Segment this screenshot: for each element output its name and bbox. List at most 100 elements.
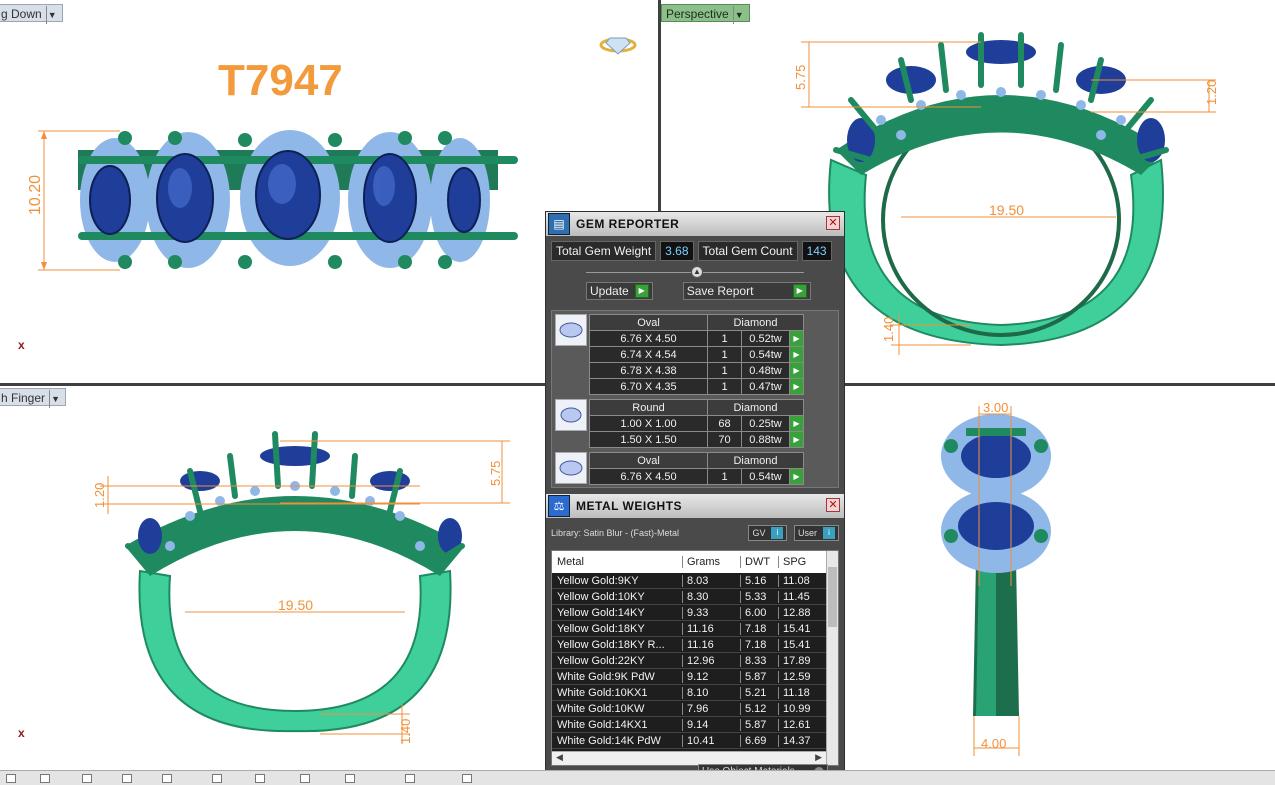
metal-dwt: 6.69 xyxy=(740,734,778,747)
gem-size: 1.50 X 1.50 xyxy=(589,431,708,448)
dim-left-label: 1.20 xyxy=(92,483,107,508)
gem-row[interactable]: 6.78 X 4.38 1 0.48tw ▶ xyxy=(589,362,804,379)
metal-grams: 9.33 xyxy=(682,606,740,619)
metal-spg: 10.99 xyxy=(778,702,826,715)
play-icon[interactable]: ▶ xyxy=(789,415,804,432)
horizontal-scrollbar[interactable]: ◀ ▶ xyxy=(552,751,826,765)
metal-row[interactable]: Yellow Gold:14KY 9.33 6.00 12.88 xyxy=(552,605,838,621)
play-icon[interactable]: ▶ xyxy=(789,362,804,379)
play-icon[interactable]: ▶ xyxy=(789,330,804,347)
close-icon[interactable]: ✕ xyxy=(826,216,840,230)
gem-reporter-title: GEM REPORTER xyxy=(576,217,680,231)
gem-row[interactable]: 6.76 X 4.50 1 0.52tw ▶ xyxy=(589,330,804,347)
osnap-checkbox[interactable] xyxy=(162,774,172,783)
gem-size: 1.00 X 1.00 xyxy=(589,415,708,432)
play-icon[interactable]: ▶ xyxy=(789,378,804,395)
osnap-checkbox[interactable] xyxy=(462,774,472,783)
dim-top-label: 3.00 xyxy=(983,400,1008,415)
gem-row[interactable]: 1.50 X 1.50 70 0.88tw ▶ xyxy=(589,431,804,448)
gv-select[interactable]: GV i xyxy=(748,525,788,541)
gem-qty: 1 xyxy=(707,330,742,347)
osnap-checkbox[interactable] xyxy=(255,774,265,783)
osnap-checkbox[interactable] xyxy=(6,774,16,783)
metal-grams: 8.10 xyxy=(682,686,740,699)
metal-spg: 15.41 xyxy=(778,622,826,635)
metal-row[interactable]: White Gold:10KX1 8.10 5.21 11.18 xyxy=(552,685,838,701)
dim-width-label: 19.50 xyxy=(989,202,1024,218)
metal-row[interactable]: Yellow Gold:22KY 12.96 8.33 17.89 xyxy=(552,653,838,669)
gem-row[interactable]: 6.76 X 4.50 1 0.54tw ▶ xyxy=(589,468,804,485)
metal-name: White Gold:14K PdW xyxy=(557,734,661,747)
gem-qty: 70 xyxy=(707,431,742,448)
gem-weight: 0.88tw xyxy=(741,431,790,448)
save-report-button[interactable]: Save Report ▶ xyxy=(682,282,811,300)
total-gem-count-value: 143 xyxy=(801,241,832,261)
gem-size: 6.78 X 4.38 xyxy=(589,362,708,379)
metal-row[interactable]: White Gold:14K PdW 10.41 6.69 14.37 xyxy=(552,733,838,749)
total-gem-count-label: Total Gem Count xyxy=(697,241,798,261)
axis-x-icon: x xyxy=(18,726,25,740)
play-icon[interactable]: ▶ xyxy=(789,468,804,485)
osnap-checkbox[interactable] xyxy=(405,774,415,783)
gem-qty: 1 xyxy=(707,362,742,379)
gem-row[interactable]: 1.00 X 1.00 68 0.25tw ▶ xyxy=(589,415,804,432)
gem-reporter-header[interactable]: ▤ GEM REPORTER ✕ xyxy=(546,212,844,236)
gem-shape-header: Oval xyxy=(589,314,708,331)
metal-name: White Gold:14KX1 xyxy=(557,718,648,731)
metal-table[interactable]: Metal Grams DWT SPG Yellow Gold:9KY 8.03 5… xyxy=(551,550,839,766)
gem-size: 6.76 X 4.50 xyxy=(589,330,708,347)
update-label: Update xyxy=(590,284,629,298)
oval-gem-icon[interactable] xyxy=(555,452,587,484)
diamond-logo-icon xyxy=(599,37,637,55)
info-icon: i xyxy=(771,527,784,539)
update-button[interactable]: Update ▶ xyxy=(586,282,653,300)
metal-table-header: Metal Grams DWT SPG xyxy=(552,551,838,573)
vertical-scrollbar[interactable] xyxy=(826,551,838,765)
gem-row[interactable]: 6.74 X 4.54 1 0.54tw ▶ xyxy=(589,346,804,363)
osnap-checkbox[interactable] xyxy=(300,774,310,783)
osnap-checkbox[interactable] xyxy=(40,774,50,783)
metal-row[interactable]: White Gold:9K PdW 9.12 5.87 12.59 xyxy=(552,669,838,685)
play-icon[interactable]: ▶ xyxy=(789,431,804,448)
gem-weight: 0.54tw xyxy=(741,346,790,363)
col-dwt[interactable]: DWT xyxy=(740,556,778,568)
gem-qty: 1 xyxy=(707,378,742,395)
col-spg[interactable]: SPG xyxy=(778,556,826,568)
dim-right-label: 1.20 xyxy=(1204,80,1219,105)
osnap-checkbox[interactable] xyxy=(345,774,355,783)
dim-top-label: 5.75 xyxy=(793,65,808,90)
metal-grams: 9.14 xyxy=(682,718,740,731)
metal-row[interactable]: Yellow Gold:10KY 8.30 5.33 11.45 xyxy=(552,589,838,605)
gem-weight: 0.48tw xyxy=(741,362,790,379)
metal-row[interactable]: White Gold:10KW 7.96 5.12 10.99 xyxy=(552,701,838,717)
metal-row[interactable]: Yellow Gold:9KY 8.03 5.16 11.08 xyxy=(552,573,838,589)
metal-row[interactable]: White Gold:14KX1 9.14 5.87 12.61 xyxy=(552,717,838,733)
gem-group: Round Diamond 1.00 X 1.00 68 0.25tw ▶ 1.50 X… xyxy=(555,399,835,448)
info-icon: i xyxy=(823,527,835,539)
col-grams[interactable]: Grams xyxy=(682,556,740,568)
chevron-up-icon[interactable]: ▲ xyxy=(691,266,703,278)
oval-gem-icon[interactable] xyxy=(555,314,587,346)
chevron-left-icon[interactable]: ◀ xyxy=(556,752,563,765)
user-select[interactable]: User i xyxy=(793,525,839,541)
gem-row[interactable]: 6.70 X 4.35 1 0.47tw ▶ xyxy=(589,378,804,395)
gem-reporter-panel: ▤ GEM REPORTER ✕ Total Gem Weight 3.68 T… xyxy=(545,211,845,785)
metal-row[interactable]: Yellow Gold:18KY R... 11.16 7.18 15.41 xyxy=(552,637,838,653)
close-icon[interactable]: ✕ xyxy=(826,498,840,512)
metal-dwt: 5.21 xyxy=(740,686,778,699)
play-icon[interactable]: ▶ xyxy=(789,346,804,363)
gem-qty: 1 xyxy=(707,346,742,363)
round-gem-icon[interactable] xyxy=(555,399,587,431)
gem-weight: 0.47tw xyxy=(741,378,790,395)
osnap-checkbox[interactable] xyxy=(82,774,92,783)
metal-weights-header[interactable]: ⚖ METAL WEIGHTS ✕ xyxy=(546,494,844,518)
gem-qty: 1 xyxy=(707,468,742,485)
osnap-checkbox[interactable] xyxy=(212,774,222,783)
scrollbar-thumb[interactable] xyxy=(828,567,837,627)
col-metal[interactable]: Metal xyxy=(552,556,682,568)
osnap-checkbox[interactable] xyxy=(122,774,132,783)
panel-splitter[interactable]: ▲ xyxy=(586,266,804,278)
metal-row[interactable]: Yellow Gold:18KY 11.16 7.18 15.41 xyxy=(552,621,838,637)
metal-name: Yellow Gold:18KY xyxy=(557,622,645,635)
gem-totals-row: Total Gem Weight 3.68 Total Gem Count 14… xyxy=(546,236,844,266)
